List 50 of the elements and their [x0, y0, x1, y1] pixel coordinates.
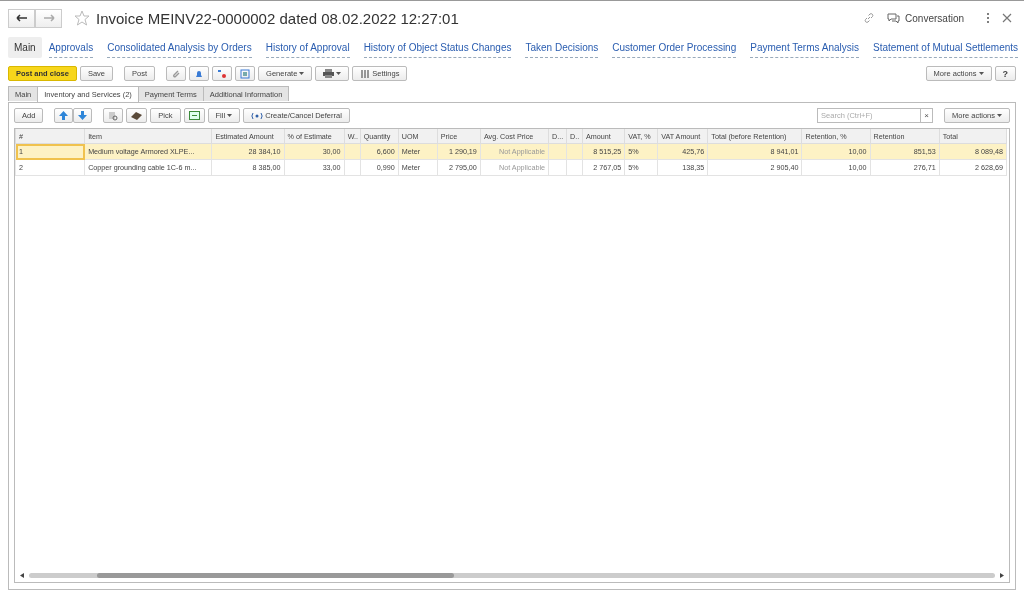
up-arrow-icon	[59, 111, 69, 120]
back-button[interactable]	[8, 8, 35, 28]
dr-cr-button[interactable]	[212, 66, 233, 81]
right-arrow-icon	[42, 14, 55, 22]
hierarchy-icon	[240, 68, 251, 79]
nav-link[interactable]: Taken Decisions	[525, 37, 599, 58]
caret-icon	[227, 114, 233, 117]
star-icon[interactable]	[74, 10, 90, 26]
nav-link[interactable]: History of Approval	[265, 37, 350, 58]
nav-link[interactable]: Main	[8, 37, 42, 58]
move-down-button[interactable]	[73, 108, 93, 123]
link-icon[interactable]	[863, 12, 876, 24]
caret-icon	[336, 72, 342, 75]
left-arrow-icon	[15, 14, 28, 22]
eraser-button[interactable]	[126, 108, 148, 123]
structure-button[interactable]	[235, 66, 256, 81]
tools-icon	[360, 68, 371, 79]
caret-icon	[299, 72, 305, 75]
more-icon[interactable]	[986, 12, 990, 24]
caret-icon	[978, 72, 984, 75]
chat-icon	[887, 12, 901, 24]
printer-icon	[323, 69, 335, 78]
clear-button[interactable]: ×	[921, 108, 934, 123]
move-up-button[interactable]	[54, 108, 74, 123]
ledger-icon	[217, 68, 228, 79]
conversation-button[interactable]: Conversation	[887, 12, 964, 24]
reminder-button[interactable]	[189, 66, 210, 81]
down-arrow-icon	[78, 111, 88, 120]
window-title: Invoice MEINV22-0000002 dated 08.02.2022 12:27:01	[96, 9, 459, 27]
attach-button[interactable]	[166, 66, 187, 81]
help-button[interactable]: ?	[994, 66, 1016, 81]
paperclip-icon	[171, 68, 182, 79]
nav-link[interactable]: Consolidated Analysis by Orders	[107, 37, 252, 58]
list-search-icon	[108, 110, 119, 121]
bell-icon	[194, 68, 205, 79]
nav-link[interactable]: Approvals	[48, 37, 94, 58]
broadcast-icon	[251, 111, 264, 120]
eraser-icon	[131, 111, 143, 120]
scrollbar-thumb[interactable]	[96, 572, 454, 578]
nav-link[interactable]: History of Object Status Changes	[363, 37, 512, 58]
excel-button[interactable]	[183, 108, 205, 123]
nav-link[interactable]: Customer Order Processing	[612, 37, 737, 58]
nav-link[interactable]: Payment Terms Analysis	[750, 37, 859, 58]
scroll-right-icon[interactable]	[1000, 572, 1004, 578]
nav-link[interactable]: Statement of Mutual Settlements	[873, 37, 1019, 58]
close-icon[interactable]	[1002, 13, 1012, 23]
scroll-left-icon[interactable]	[20, 572, 24, 578]
caret-icon	[997, 114, 1002, 117]
print-button[interactable]	[315, 66, 350, 81]
spreadsheet-icon	[188, 111, 200, 120]
